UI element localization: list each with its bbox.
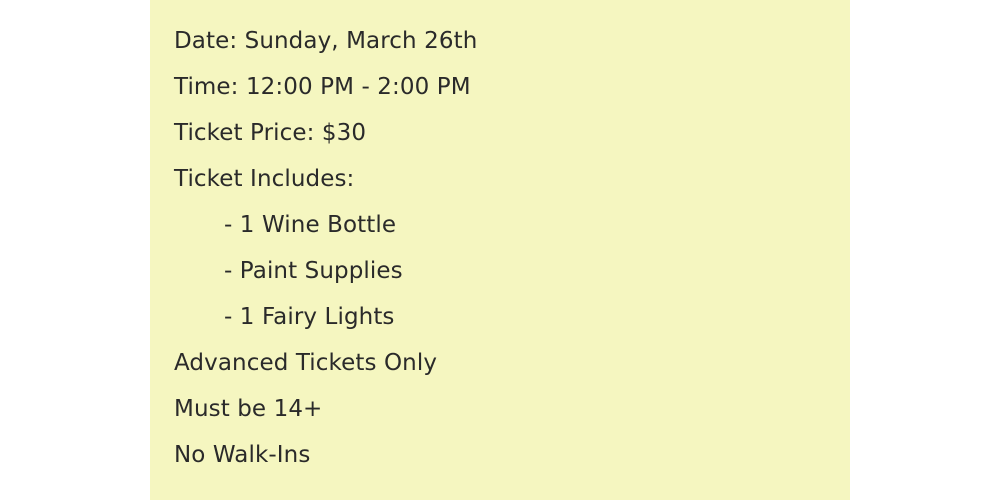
event-date: Date: Sunday, March 26th: [174, 28, 478, 54]
included-item: - Paint Supplies: [224, 258, 403, 284]
event-time: Time: 12:00 PM - 2:00 PM: [174, 74, 471, 100]
included-item: - 1 Wine Bottle: [224, 212, 397, 238]
event-details-panel: Date: Sunday, March 26th Time: 12:00 PM …: [150, 0, 850, 500]
included-item: - 1 Fairy Lights: [224, 304, 395, 330]
ticket-price: Ticket Price: $30: [174, 120, 367, 146]
event-note: Advanced Tickets Only: [174, 350, 438, 376]
page: Date: Sunday, March 26th Time: 12:00 PM …: [0, 0, 1000, 500]
event-note: Must be 14+: [174, 396, 323, 422]
ticket-includes-heading: Ticket Includes:: [174, 166, 355, 192]
event-note: No Walk-Ins: [174, 442, 311, 468]
